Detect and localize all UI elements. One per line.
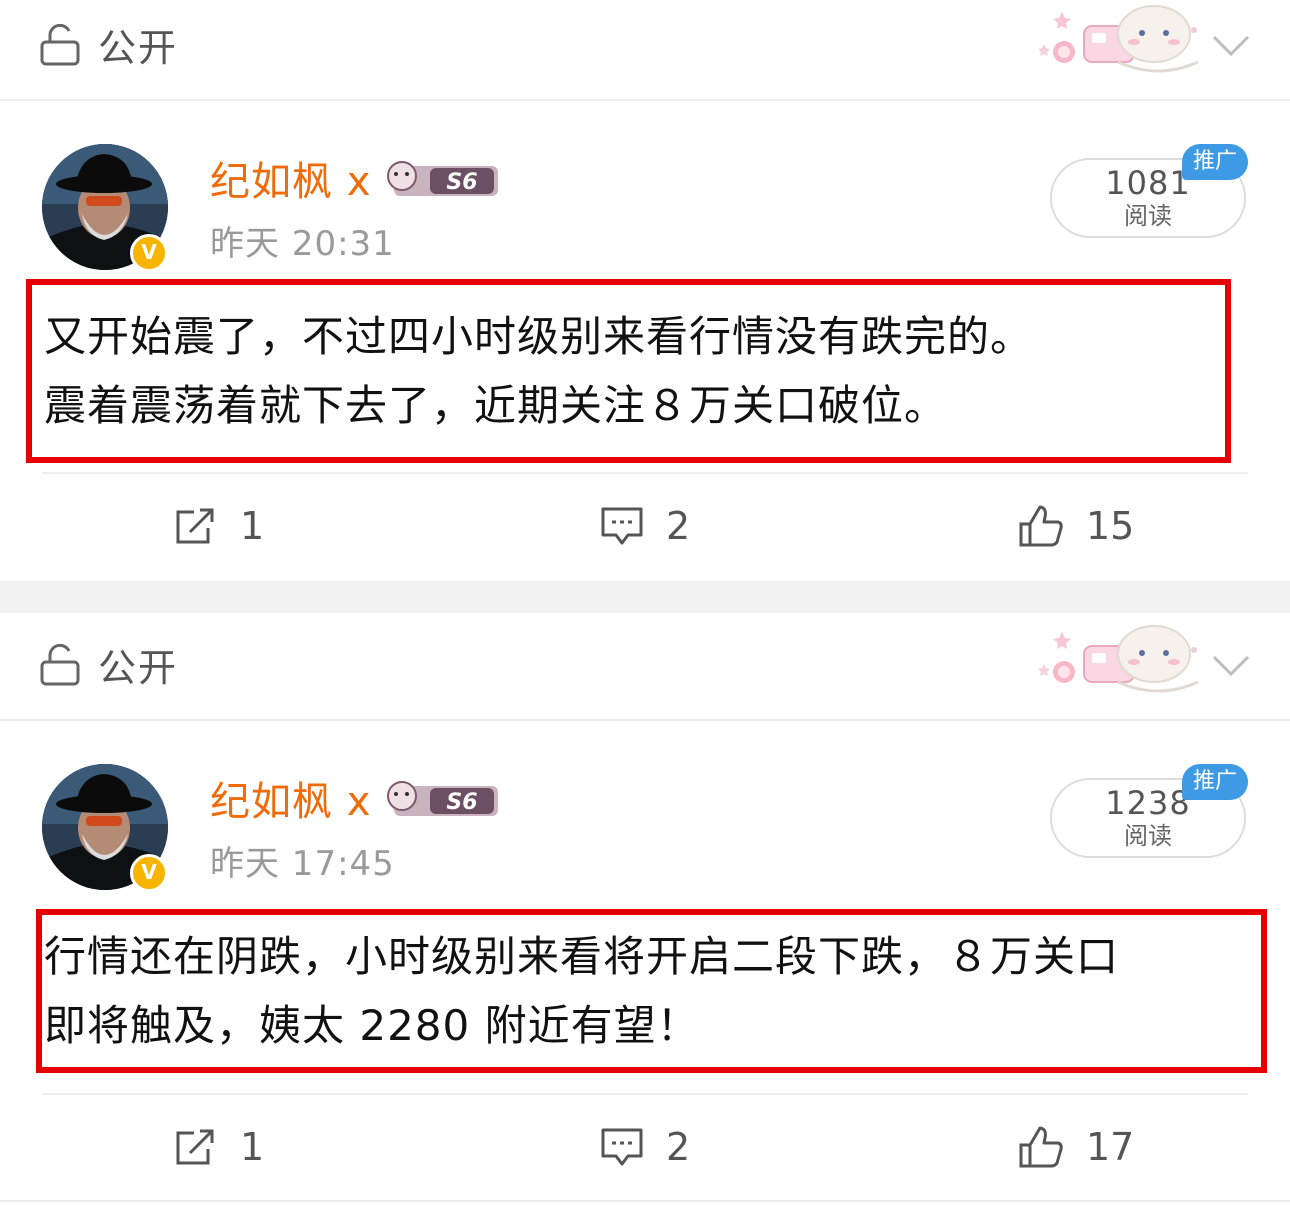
like-icon — [1019, 1126, 1063, 1168]
repost-button[interactable]: 1 — [174, 1122, 264, 1172]
repost-icon — [176, 508, 214, 544]
fan-medal-icon: S6 — [387, 161, 498, 196]
lock-open-icon — [40, 644, 80, 686]
post-content-line: 即将触及，姨太 2280 附近有望！ — [44, 1001, 700, 1050]
post-content-line: 行情还在阴跌，小时级别来看将开启二段下跌，８万关口 — [44, 932, 1120, 981]
comment-button[interactable]: 2 — [600, 1122, 690, 1172]
verified-badge: V — [130, 854, 168, 892]
visibility-label: 公开 — [98, 646, 179, 690]
divider — [42, 472, 1248, 474]
post-card: 公开 V — [0, 620, 1290, 1205]
promo-badge[interactable]: 推广 — [1182, 764, 1248, 800]
read-label: 阅读 — [1124, 202, 1172, 230]
cat-sticker-icon — [1038, 625, 1199, 693]
comment-count: 2 — [666, 504, 691, 548]
read-label: 阅读 — [1124, 822, 1172, 850]
lock-open-icon — [40, 24, 80, 66]
post-content-line: 又开始震了，不过四小时级别来看行情没有跌完的。 — [44, 312, 1034, 361]
like-count: 17 — [1086, 1125, 1135, 1169]
chevron-down-icon[interactable] — [1212, 654, 1250, 678]
divider — [42, 1093, 1248, 1095]
post-time: 昨天 17:45 — [210, 844, 395, 884]
verified-badge: V — [130, 234, 168, 272]
author-name[interactable]: 纪如枫 x — [210, 156, 371, 208]
comment-button[interactable]: 2 — [600, 501, 690, 551]
repost-count: 1 — [240, 504, 265, 548]
feed-separator — [0, 581, 1290, 613]
repost-icon — [176, 1129, 214, 1165]
svg-text:S6: S6 — [446, 790, 477, 815]
divider — [0, 1200, 1290, 1202]
post-content-line: 震着震荡着就下去了，近期关注８万关口破位。 — [44, 381, 948, 430]
fan-medal-icon: S6 — [387, 781, 498, 816]
visibility-bar[interactable]: 公开 — [0, 0, 1290, 101]
like-count: 15 — [1086, 504, 1135, 548]
repost-count: 1 — [240, 1125, 265, 1169]
author-name[interactable]: 纪如枫 x — [210, 776, 371, 828]
promo-badge[interactable]: 推广 — [1182, 144, 1248, 180]
like-button[interactable]: 17 — [1018, 1122, 1134, 1172]
chevron-down-icon[interactable] — [1212, 34, 1250, 58]
visibility-bar[interactable]: 公开 — [0, 620, 1290, 721]
cat-sticker-icon — [1038, 5, 1199, 73]
comment-count: 2 — [666, 1125, 691, 1169]
svg-text:S6: S6 — [446, 170, 477, 195]
post-time: 昨天 20:31 — [210, 224, 395, 264]
like-button[interactable]: 15 — [1018, 501, 1134, 551]
visibility-label: 公开 — [98, 26, 179, 70]
comment-icon — [601, 1128, 643, 1166]
like-icon — [1019, 505, 1063, 547]
comment-icon — [601, 507, 643, 545]
repost-button[interactable]: 1 — [174, 501, 264, 551]
post-card: 公开 V — [0, 0, 1290, 581]
